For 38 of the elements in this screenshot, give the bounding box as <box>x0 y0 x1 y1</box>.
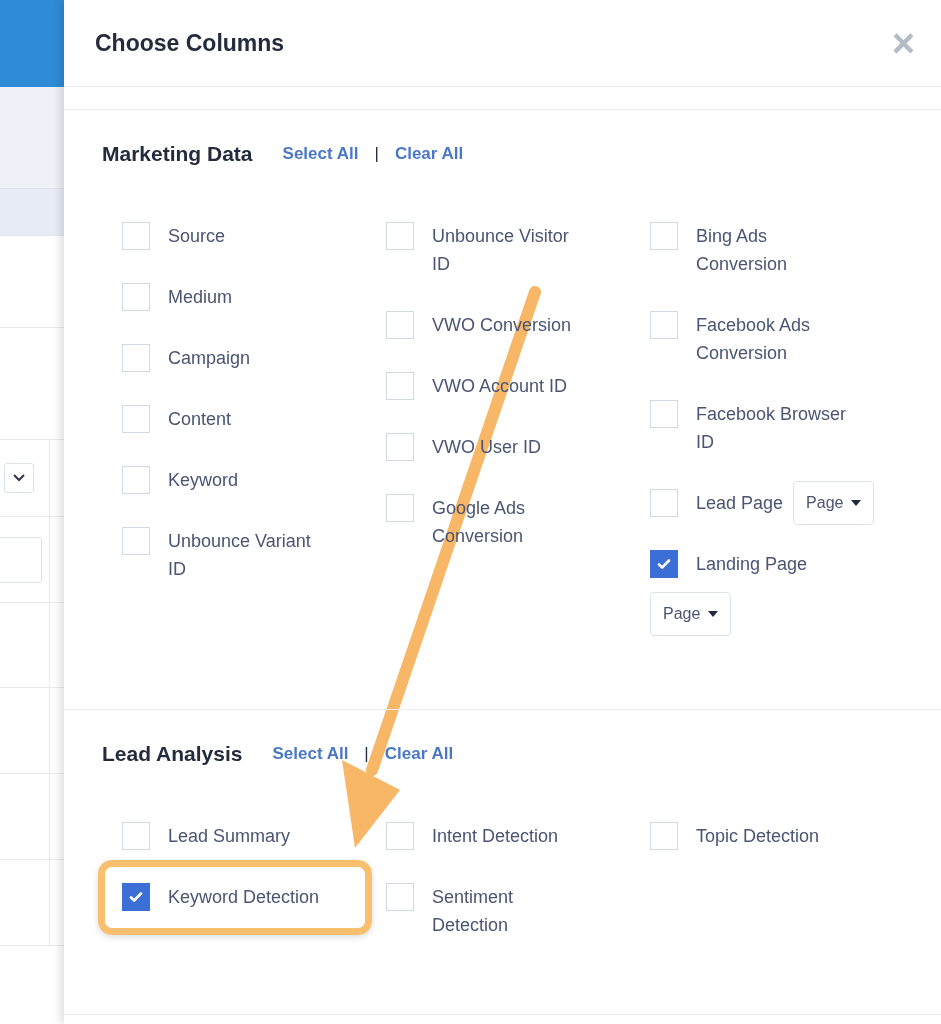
option-label: Landing Page <box>696 553 808 576</box>
check-icon <box>656 556 672 572</box>
dialog-title: Choose Columns <box>95 28 285 58</box>
option-label: Campaign <box>168 347 251 370</box>
separator: | <box>364 743 369 766</box>
option-label: Keyword Detection <box>168 886 320 909</box>
option-label: Facebook Browser ID <box>696 403 848 454</box>
page-select[interactable]: Page <box>650 592 732 636</box>
option-label: Medium <box>168 286 233 309</box>
dropdown-button[interactable] <box>4 463 34 493</box>
option-label: Source <box>168 225 226 248</box>
section-title: Marketing Data <box>102 141 253 168</box>
section-title: Lead Analysis <box>102 741 243 768</box>
caret-icon <box>708 611 719 617</box>
option-label: Bing Ads Conversion <box>696 225 789 276</box>
option-label: Unbounce Visitor ID <box>432 225 570 276</box>
option-label: Sentiment Detection <box>432 886 515 937</box>
option-label: Unbounce Variant ID <box>168 530 312 581</box>
check-icon <box>128 889 144 905</box>
clear-all-link[interactable]: Clear All <box>384 741 454 767</box>
checkbox[interactable] <box>122 883 150 911</box>
option-label: Lead Summary <box>168 825 291 848</box>
chevron-down-icon <box>13 474 25 482</box>
table-header <box>0 188 64 236</box>
option-label: Topic Detection <box>696 825 820 848</box>
select-all-link[interactable]: Select All <box>272 741 349 767</box>
clear-all-link[interactable]: Clear All <box>394 141 464 167</box>
caret-icon <box>851 500 862 506</box>
option-label: Lead Page <box>696 492 784 515</box>
option-label: Keyword <box>168 469 239 492</box>
option-label: Facebook Ads Conversion <box>696 314 812 365</box>
separator: | <box>374 143 379 166</box>
input-field[interactable] <box>0 536 42 583</box>
checkbox[interactable] <box>650 550 678 578</box>
option-label: Content <box>168 408 232 431</box>
page-select[interactable]: Page <box>793 481 875 525</box>
option-label: Intent Detection <box>432 825 559 848</box>
select-all-link[interactable]: Select All <box>282 141 359 167</box>
